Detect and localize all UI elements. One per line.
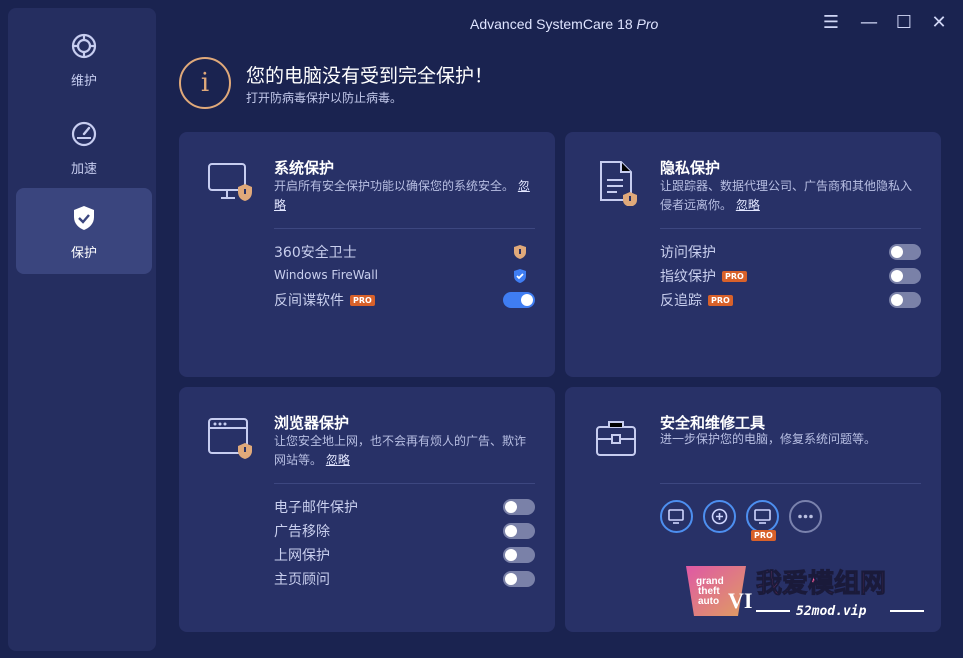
card-description: 让跟踪器、数据代理公司、广告商和其他隐私入侵者远离你。 忽略 (660, 179, 913, 212)
monitor-shield-icon (208, 163, 252, 201)
close-button[interactable]: ✕ (927, 11, 951, 35)
toolbox-icon (596, 421, 636, 456)
window-title: Advanced SystemCare 18 Pro (470, 16, 659, 32)
tool-more-button[interactable] (789, 500, 822, 533)
list-item: 广告移除 (274, 521, 535, 541)
warning-shield-icon (514, 245, 526, 259)
card-description: 让您安全地上网，也不会再有烦人的广告、欺诈网站等。 忽略 (274, 434, 527, 467)
row-label: 主页顾问 (274, 572, 330, 588)
divider (660, 483, 921, 484)
sidebar-item-protect[interactable]: 保护 (16, 188, 152, 274)
monitor-shield-icon (668, 509, 684, 524)
document-shield-icon (600, 161, 637, 206)
fingerprint-protection-toggle[interactable] (889, 268, 921, 284)
row-label: 电子邮件保护 (274, 500, 358, 516)
list-item: 主页顾问 (274, 569, 535, 589)
row-label: 反间谍软件 PRO (274, 290, 375, 310)
ad-removal-toggle[interactable] (503, 523, 535, 539)
card-description: 进一步保护您的电脑，修复系统问题等。 (660, 432, 877, 446)
card-title: 隐私保护 (660, 159, 721, 177)
protected-shield-icon (514, 269, 526, 283)
app-window: Advanced SystemCare 18 Pro ☰ — ☐ ✕ 维护 加速 (0, 0, 963, 658)
refresh-plus-icon (711, 508, 728, 525)
list-item: 360安全卫士 (274, 242, 535, 262)
list-item: Windows FireWall (274, 266, 535, 286)
speedometer-icon (71, 121, 97, 147)
divider (274, 483, 535, 484)
alert-title: 您的电脑没有受到完全保护！ (246, 65, 494, 87)
tool-refresh-button[interactable] (703, 500, 736, 533)
sidebar-item-label: 加速 (70, 162, 97, 177)
row-label: 上网保护 (274, 548, 330, 564)
svg-text:VI: VI (728, 588, 752, 613)
email-protection-toggle[interactable] (503, 499, 535, 515)
row-label: 广告移除 (274, 524, 330, 540)
divider (660, 228, 921, 229)
ignore-link[interactable]: 忽略 (326, 453, 350, 467)
maximize-button[interactable]: ☐ (892, 11, 916, 35)
row-label: 360安全卫士 (274, 245, 357, 261)
menu-button[interactable]: ☰ (819, 11, 843, 35)
list-item: 上网保护 (274, 545, 535, 565)
info-icon: i (179, 57, 231, 109)
pro-badge: PRO (708, 295, 733, 306)
ignore-link[interactable]: 忽略 (736, 198, 760, 212)
divider (274, 228, 535, 229)
pro-badge: PRO (751, 530, 776, 541)
svg-text:52mod.vip: 52mod.vip (796, 604, 867, 619)
sidebar-item-label: 维护 (70, 74, 97, 89)
gear-icon (71, 33, 97, 59)
watermark: grand theft auto VI 我爱模组网 52mod.vip (684, 562, 944, 622)
card-title: 浏览器保护 (274, 414, 350, 432)
watermark-logo: grand theft auto VI 我爱模组网 52mod.vip (686, 566, 924, 619)
shield-check-icon (74, 206, 94, 230)
row-label: 访问保护 (660, 245, 716, 261)
monitor-pro-icon (754, 509, 771, 524)
browser-shield-icon (208, 418, 252, 459)
list-item: 反间谍软件 PRO (274, 290, 535, 310)
access-protection-toggle[interactable] (889, 244, 921, 260)
card-description: 开启所有安全保护功能以确保您的系统安全。 忽略 (274, 179, 530, 212)
card-browser-protection: 浏览器保护 让您安全地上网，也不会再有烦人的广告、欺诈网站等。 忽略 电子邮件保… (179, 387, 555, 632)
tool-monitor-shield-button[interactable] (660, 500, 693, 533)
tool-monitor-pro-button[interactable]: PRO (746, 500, 779, 541)
list-item: 电子邮件保护 (274, 497, 535, 517)
homepage-advisor-toggle[interactable] (503, 571, 535, 587)
row-label: Windows FireWall (274, 268, 378, 282)
card-title: 系统保护 (274, 159, 335, 177)
row-label: 反追踪 PRO (660, 290, 733, 310)
pro-badge: PRO (722, 271, 747, 282)
minimize-button[interactable]: — (857, 11, 881, 35)
list-item: 反追踪 PRO (660, 290, 921, 310)
more-icon (798, 514, 813, 519)
card-system-protection: 系统保护 开启所有安全保护功能以确保您的系统安全。 忽略 360安全卫士 Win… (179, 132, 555, 377)
sidebar-item-label: 保护 (70, 246, 97, 261)
anti-spyware-toggle[interactable] (503, 292, 535, 308)
svg-text:我爱模组网: 我爱模组网 (756, 568, 886, 599)
svg-text:auto: auto (698, 596, 719, 607)
row-label: 指纹保护 PRO (660, 266, 747, 286)
alert-subtitle: 打开防病毒保护以防止病毒。 (246, 91, 403, 105)
anti-tracking-toggle[interactable] (889, 292, 921, 308)
list-item: 访问保护 (660, 242, 921, 262)
list-item: 指纹保护 PRO (660, 266, 921, 286)
pro-badge: PRO (350, 295, 375, 306)
surfing-protection-toggle[interactable] (503, 547, 535, 563)
sidebar-item-speedup[interactable]: 加速 (16, 104, 152, 190)
sidebar-item-maintenance[interactable]: 维护 (16, 16, 152, 102)
sidebar: 维护 加速 保护 (8, 8, 156, 651)
card-privacy-protection: 隐私保护 让跟踪器、数据代理公司、广告商和其他隐私入侵者远离你。 忽略 访问保护… (565, 132, 941, 377)
